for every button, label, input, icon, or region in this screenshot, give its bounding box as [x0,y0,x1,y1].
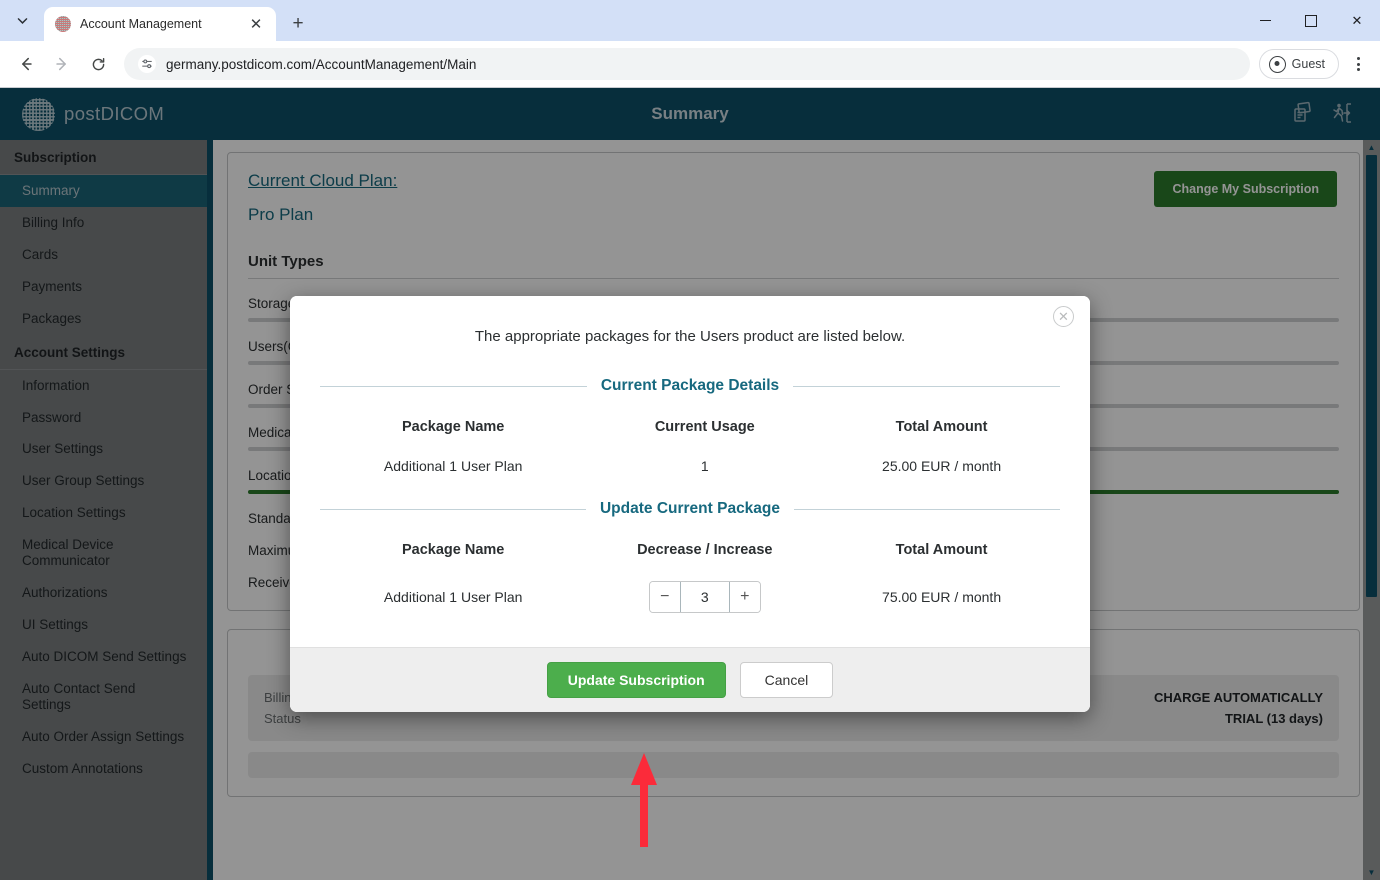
table-header-row: Package Name Current Usage Total Amount [320,401,1060,435]
reload-icon[interactable] [81,47,115,81]
browser-toolbar: germany.postdicom.com/AccountManagement/… [0,41,1380,88]
tab-search-chevron-icon[interactable] [0,0,44,41]
minimize-button[interactable] [1242,0,1288,41]
section-title: Update Current Package [599,500,781,517]
increase-button[interactable]: + [729,582,760,612]
user-circle-icon [1268,55,1286,73]
update-package-modal: ✕ The appropriate packages for the Users… [290,296,1090,712]
annotation-arrow [631,753,657,847]
column-header: Current Usage [654,419,755,435]
arrow-left-icon[interactable] [9,47,43,81]
address-bar[interactable]: germany.postdicom.com/AccountManagement/… [124,48,1250,80]
divider [794,508,1060,510]
quantity-value[interactable]: 3 [679,582,730,612]
package-name: Additional 1 User Plan [383,458,523,474]
modal-intro-text: The appropriate packages for the Users p… [474,328,906,345]
column-header: Total Amount [895,542,988,558]
section-title: Current Package Details [600,377,780,394]
update-subscription-button[interactable]: Update Subscription [546,662,726,698]
url-text: germany.postdicom.com/AccountManagement/… [166,56,477,72]
kebab-menu-icon[interactable] [1345,49,1371,79]
column-header: Package Name [402,419,505,435]
browser-window: Account Management ✕ + ✕ germany.postdic… [0,0,1380,880]
browser-tab[interactable]: Account Management ✕ [44,7,276,41]
table-row: Additional 1 User Plan 1 25.00 EUR / mon… [320,435,1060,474]
current-package-section-header: Current Package Details [320,377,1061,395]
update-package-table: Package Name Decrease / Increase Total A… [320,524,1060,613]
cancel-button[interactable]: Cancel [739,662,834,698]
total-amount: 75.00 EUR / month [882,589,1002,605]
new-tab-button[interactable]: + [286,12,310,36]
close-icon[interactable]: ✕ [244,12,268,36]
profile-label: Guest [1291,57,1325,71]
package-name: Additional 1 User Plan [383,589,523,605]
table-header-row: Package Name Decrease / Increase Total A… [320,524,1060,558]
divider [320,385,587,387]
close-window-button[interactable]: ✕ [1334,0,1380,41]
total-amount: 25.00 EUR / month [882,458,1002,474]
column-header: Package Name [402,542,505,558]
arrow-right-icon[interactable] [45,47,79,81]
divider [320,508,586,510]
quantity-stepper-cell: − 3 + [586,581,823,613]
current-usage: 1 [700,458,709,474]
profile-chip[interactable]: Guest [1258,49,1339,79]
modal-footer: Update Subscription Cancel [290,647,1090,712]
globe-favicon [55,16,71,32]
column-header: Total Amount [895,419,988,435]
site-settings-icon[interactable] [138,55,156,73]
decrease-button[interactable]: − [649,582,680,612]
window-controls: ✕ [1242,0,1380,41]
maximize-button[interactable] [1288,0,1334,41]
close-circle-icon[interactable]: ✕ [1053,306,1074,327]
divider [793,385,1061,387]
current-package-table: Package Name Current Usage Total Amount … [320,401,1060,474]
table-row: Additional 1 User Plan − 3 + 75.00 EUR /… [320,558,1060,613]
quantity-stepper[interactable]: − 3 + [648,581,761,613]
tab-strip: Account Management ✕ + ✕ [0,0,1380,41]
column-header: Decrease / Increase [637,542,773,558]
update-package-section-header: Update Current Package [320,500,1060,518]
modal-body: ✕ The appropriate packages for the Users… [290,296,1090,647]
tab-title: Account Management [80,17,202,31]
page-viewport: postDICOM Summary Subscription Summary B… [0,88,1380,880]
